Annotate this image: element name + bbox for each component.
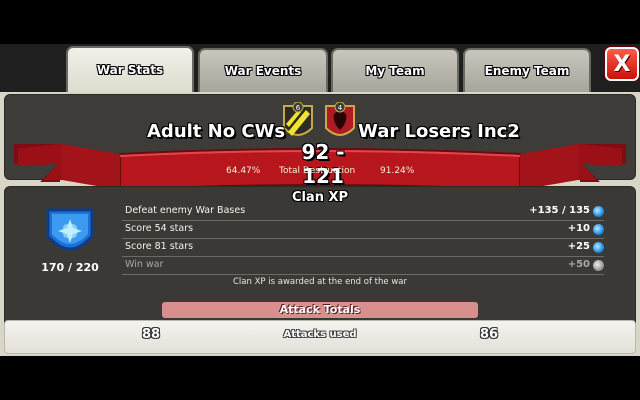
clan-xp-shield-icon [46,208,94,251]
xp-row-value: +10 [567,223,590,234]
home-destruction: 64.47% [226,166,261,176]
xp-row-win-war: Win war +50 [122,257,604,275]
clan-xp-count: 170 / 220 [41,261,99,274]
enemy-clan-name: War Losers Inc2 [358,121,520,142]
xp-row-value: +50 [567,259,590,270]
xp-row-defeat-bases: Defeat enemy War Bases +135 / 135 [122,203,604,221]
close-button[interactable]: X [605,47,639,81]
xp-row-label: Win war [125,259,164,270]
xp-gem-icon [593,260,604,271]
home-attacks-used: 88 [142,327,161,342]
xp-row-value: +135 / 135 [529,205,590,216]
tab-war-events[interactable]: War Events [198,48,328,92]
clan-xp-note: Clan XP is awarded at the end of the war [233,277,407,287]
xp-gem-icon [593,224,604,235]
xp-row-label: Defeat enemy War Bases [125,205,246,216]
enemy-destruction: 91.24% [380,166,415,176]
svg-text:4: 4 [338,104,343,112]
attacks-used-label: Attacks used [283,329,357,340]
tab-bar: War Stats War Events My Team Enemy Team … [0,44,640,92]
attack-totals-title: Attack Totals [162,302,478,318]
home-clan-name: Adult No CWs [147,121,286,142]
war-screen: War Stats War Events My Team Enemy Team … [0,44,640,356]
tab-war-stats[interactable]: War Stats [66,46,194,92]
destruction-label: Total Destruction [279,166,356,176]
tab-enemy-team[interactable]: Enemy Team [463,48,591,92]
xp-gem-icon [593,206,604,217]
enemy-attacks-used: 86 [480,327,499,342]
war-score: 92 - 121 [301,140,345,188]
xp-gem-icon [593,242,604,253]
tab-my-team[interactable]: My Team [331,48,459,92]
svg-text:6: 6 [296,104,301,112]
xp-row-label: Score 81 stars [125,241,194,252]
xp-row-score-81: Score 81 stars +25 [122,239,604,257]
xp-row-score-54: Score 54 stars +10 [122,221,604,239]
xp-row-value: +25 [567,241,590,252]
xp-row-label: Score 54 stars [125,223,194,234]
